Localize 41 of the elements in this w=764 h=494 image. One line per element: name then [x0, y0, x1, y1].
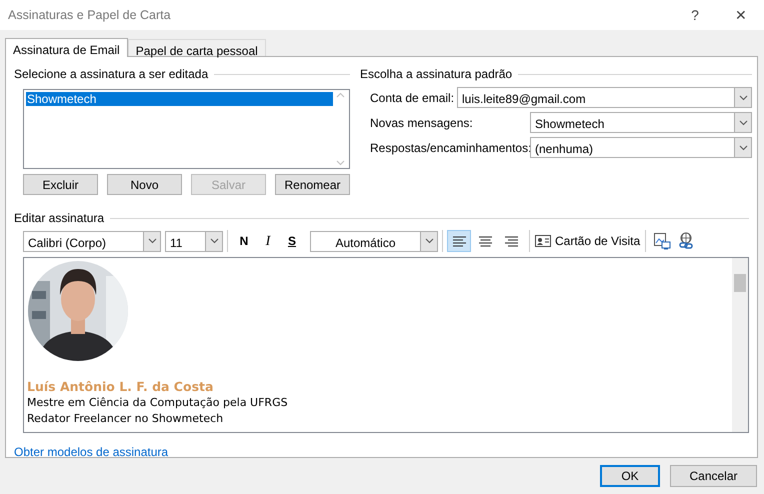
action-button[interactable]: Novo [107, 174, 182, 195]
help-button[interactable]: ? [672, 4, 718, 26]
signature-name: Luís Antônio L. F. da Costa [27, 379, 214, 395]
section-heading: Selecione a assinatura a ser editada [14, 66, 208, 83]
dialog-button[interactable]: OK [600, 465, 660, 487]
signature-line: Redator Freelancer no Showmetech [27, 411, 224, 427]
caret-icon[interactable] [420, 232, 437, 250]
color-dropdown[interactable]: Automático [310, 230, 438, 252]
field-label: Respostas/encaminhamentos: [370, 140, 530, 156]
dropdown-field[interactable]: Showmetech [530, 112, 752, 133]
contact-card-icon [535, 235, 551, 247]
business-card-button[interactable]: Cartão de Visita [534, 230, 642, 252]
size-dropdown[interactable]: 11 [165, 230, 223, 252]
section-heading: Escolha a assinatura padrão [360, 66, 512, 83]
dropdown-field[interactable]: luis.leite89@gmail.com [457, 87, 752, 108]
signature-editor[interactable]: Luís Antônio L. F. da Costa Mestre em Ciência da Computação pela UFRGS Redator Freelancer no Showmetech [23, 257, 749, 433]
align-left-icon[interactable] [447, 230, 471, 252]
underline-button[interactable]: S [280, 230, 304, 252]
caret-icon[interactable] [734, 113, 751, 132]
dropdown-field[interactable]: (nenhuma) [530, 137, 752, 158]
close-button[interactable]: ✕ [718, 4, 764, 26]
caret-icon[interactable] [734, 88, 751, 107]
section-heading: Editar assinatura [14, 210, 104, 227]
bold-button[interactable]: N [232, 230, 256, 252]
action-button[interactable]: Excluir [23, 174, 98, 195]
dialog-button[interactable]: Cancelar [670, 465, 757, 487]
tab[interactable]: Assinatura de Email [5, 38, 128, 57]
templates-link[interactable]: Obter modelos de assinatura [14, 445, 168, 459]
window-title: Assinaturas e Papel de Carta [8, 6, 172, 24]
list-item[interactable]: Showmetech [26, 92, 333, 106]
action-button[interactable]: Renomear [275, 174, 350, 195]
tab[interactable]: Papel de carta pessoal [128, 39, 266, 56]
italic-button[interactable]: I [256, 230, 280, 252]
caret-icon[interactable] [143, 232, 160, 250]
caret-icon[interactable] [205, 232, 222, 250]
field-label: Conta de email: [370, 90, 456, 106]
caret-icon[interactable] [734, 138, 751, 157]
signature-line: Mestre em Ciência da Computação pela UFRGS [27, 395, 289, 411]
field-label: Novas mensagens: [370, 114, 474, 132]
font-dropdown[interactable]: Calibri (Corpo) [23, 230, 161, 252]
scrollbar[interactable] [732, 258, 748, 432]
